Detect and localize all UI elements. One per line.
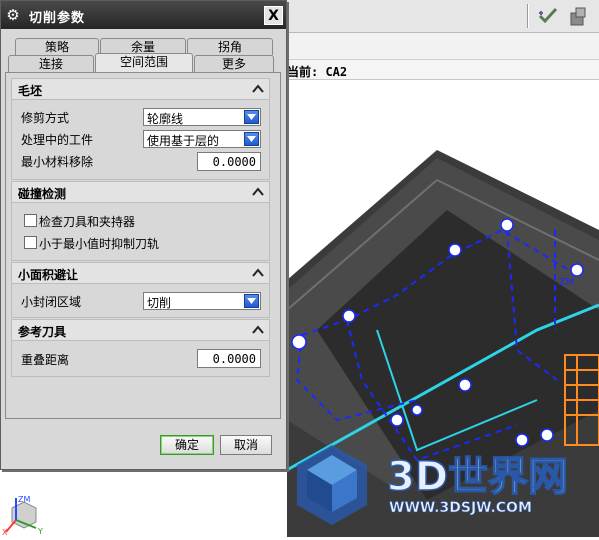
checkmark-tool-icon[interactable]	[535, 3, 561, 29]
section-title-blank: 毛坯	[18, 84, 43, 98]
section-header-blank[interactable]: 毛坯	[11, 78, 270, 100]
collapse-icon[interactable]	[250, 265, 266, 281]
closed-area-select-value: 切削	[147, 296, 172, 310]
gear-icon: ⚙	[6, 6, 20, 24]
ipw-select[interactable]: 使用基于层的	[143, 130, 261, 148]
chevron-down-icon[interactable]	[244, 110, 259, 124]
dialog-titlebar[interactable]: ⚙ 切削参数 X	[1, 1, 286, 29]
suppress-toolpath-checkbox[interactable]	[24, 236, 37, 249]
closed-area-select[interactable]: 切削	[143, 292, 261, 310]
section-body-blank: 修剪方式 轮廓线 处理中的工件 使用基于层的 最小材料移除 0.0000	[11, 100, 270, 180]
ok-button[interactable]: 确定	[160, 435, 214, 455]
tab-containment[interactable]: 空间范围	[95, 53, 193, 72]
part-tool-icon[interactable]	[565, 3, 591, 29]
min-removal-label: 最小材料移除	[21, 155, 94, 169]
dialog-title: 切削参数	[29, 11, 86, 26]
toolbar-separator	[527, 4, 529, 28]
main-toolbar	[287, 0, 599, 33]
section-header-collision[interactable]: 碰撞检测	[11, 181, 270, 203]
section-body-collision: 检查刀具和夹持器 小于最小值时抑制刀轨	[11, 203, 270, 261]
tab-strategy[interactable]: 策略	[15, 38, 99, 55]
section-header-small-area[interactable]: 小面积避让	[11, 262, 270, 284]
ipw-label: 处理中的工件	[21, 133, 94, 147]
overlap-input[interactable]: 0.0000	[197, 349, 261, 368]
collapse-icon[interactable]	[250, 81, 266, 97]
chevron-down-icon[interactable]	[244, 132, 259, 146]
status-readout: 当前: CA2	[287, 60, 599, 80]
trim-label: 修剪方式	[21, 111, 70, 125]
axis-z-label: ZM	[559, 277, 574, 288]
cancel-button[interactable]: 取消	[220, 435, 272, 455]
tab-corners[interactable]: 拐角	[187, 38, 273, 55]
watermark-url: WWW.3DSJW.COM	[389, 500, 532, 516]
trim-select[interactable]: 轮廓线	[143, 108, 261, 126]
section-title-small-area: 小面积避让	[18, 268, 79, 282]
section-title-collision: 碰撞检测	[18, 187, 67, 201]
section-body-ref-tool: 重叠距离 0.0000	[11, 341, 270, 377]
collapse-icon[interactable]	[250, 322, 266, 338]
closed-area-label: 小封闭区域	[21, 295, 82, 309]
cut-parameters-dialog: ⚙ 切削参数 X 策略 余量 拐角 连接 空间范围 更多 毛坯 修剪方式 轮廓线…	[0, 0, 287, 470]
triad-x-label: X	[2, 528, 8, 536]
section-header-ref-tool[interactable]: 参考刀具	[11, 319, 270, 341]
triad-y-label: Y	[37, 527, 43, 536]
check-holder-label[interactable]: 检查刀具和夹持器	[39, 213, 135, 230]
chevron-down-icon[interactable]	[244, 294, 259, 308]
view-triad-icon: ZM X Y	[2, 494, 46, 537]
graphics-viewport[interactable]: ZM 3D世界网 WWW.3DSJW.COM	[286, 80, 599, 537]
ipw-select-value: 使用基于层的	[147, 134, 220, 148]
watermark-title: 3D世界网	[387, 454, 568, 500]
min-removal-input[interactable]: 0.0000	[197, 152, 261, 171]
section-title-ref-tool: 参考刀具	[18, 325, 67, 339]
check-holder-checkbox[interactable]	[24, 214, 37, 227]
overlap-label: 重叠距离	[21, 353, 70, 367]
suppress-toolpath-label[interactable]: 小于最小值时抑制刀轨	[39, 235, 159, 252]
collapse-icon[interactable]	[250, 184, 266, 200]
tab-connections[interactable]: 连接	[8, 55, 94, 72]
close-button[interactable]: X	[264, 6, 283, 25]
toolbar-strip	[287, 33, 599, 60]
triad-z-label: ZM	[18, 495, 30, 504]
trim-select-value: 轮廓线	[147, 112, 184, 126]
section-body-small-area: 小封闭区域 切削	[11, 284, 270, 318]
tab-more[interactable]: 更多	[194, 55, 274, 72]
